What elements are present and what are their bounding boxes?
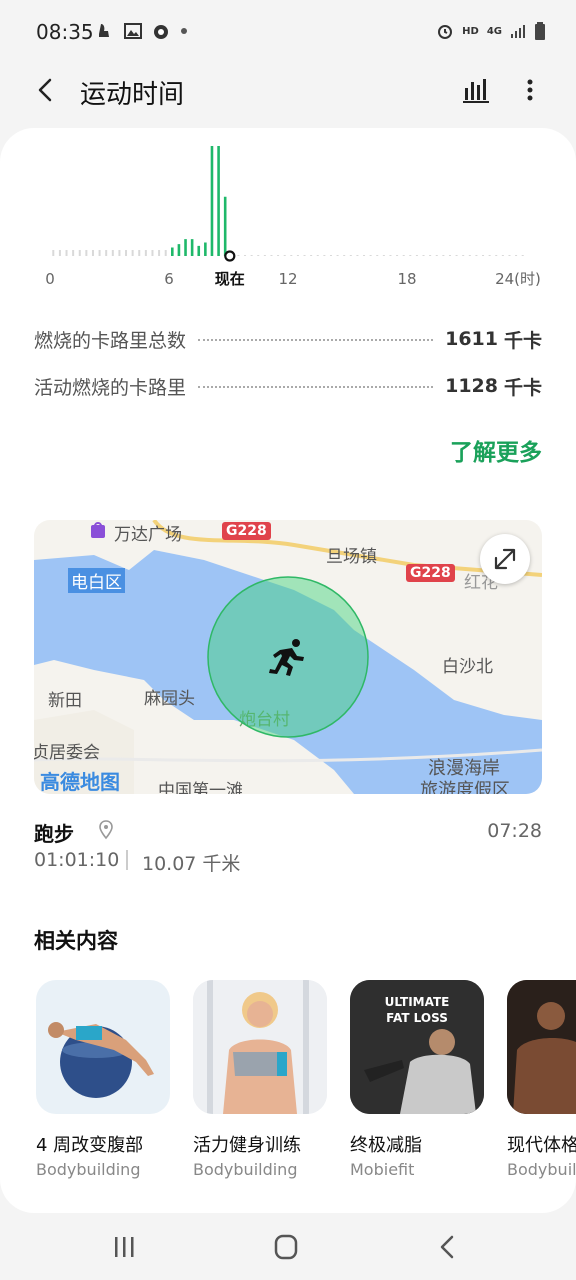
related-content-list: 4 周改变腹部 Bodybuilding 活力健身训练 Bodybuilding — [36, 980, 576, 1180]
related-item-source: Bodybuilding — [36, 1160, 141, 1179]
related-content-heading: 相关内容 — [34, 929, 118, 953]
content-card: 0 6 现在 12 18 24(时) 燃烧的卡路里总数 1611 千卡 活动燃烧的卡路里 … — [0, 128, 576, 1213]
activity-time-chart: 0 6 现在 12 18 24(时) — [40, 128, 540, 298]
steps-icon — [99, 24, 109, 37]
map-label: 白沙北 — [442, 657, 493, 677]
stat-unit: 千卡 — [503, 329, 542, 352]
stat-unit: 千卡 — [503, 376, 542, 399]
map-label: 新田 — [48, 691, 82, 711]
related-item-title: 4 周改变腹部 — [36, 1135, 144, 1156]
activity-distance: 10.07 千米 — [142, 853, 241, 875]
recent-apps-button[interactable] — [104, 1231, 144, 1263]
x-tick-label: 12 — [278, 270, 297, 288]
location-pin-icon — [99, 820, 113, 840]
recent-apps-icon — [115, 1237, 134, 1257]
page-title: 运动时间 — [80, 80, 185, 110]
related-item-thumbnail — [36, 980, 170, 1114]
thumbnail-overlay-text: ULTIMATE FAT LOSS — [384, 995, 450, 1025]
stat-label: 燃烧的卡路里总数 — [34, 329, 187, 352]
bodybuilder-illustration — [507, 980, 576, 1114]
x-tick-label: 18 — [397, 270, 416, 288]
related-item-source: Mobiefit — [350, 1160, 415, 1179]
x-tick-label: 24(时) — [495, 270, 540, 288]
related-item-source: Bodybuild — [507, 1160, 576, 1179]
gallery-icon — [124, 23, 142, 39]
app-icon — [154, 25, 168, 39]
map-label: 旅游度假区 — [420, 780, 510, 794]
battery-icon — [535, 22, 545, 40]
stat-label: 活动燃烧的卡路里 — [34, 376, 187, 399]
back-button[interactable] — [28, 72, 64, 108]
chevron-left-icon — [38, 78, 52, 102]
related-item-title: 现代体格 — [507, 1135, 576, 1156]
home-button[interactable] — [266, 1231, 306, 1263]
highway-badge: G228 — [222, 522, 271, 540]
x-tick-label: 0 — [45, 270, 55, 288]
map-label: 万达广场 — [114, 525, 182, 545]
related-item[interactable]: 活力健身训练 Bodybuilding — [193, 980, 327, 1179]
map-label: 中国第一滩 — [158, 781, 243, 794]
related-item-thumbnail: ULTIMATE FAT LOSS — [350, 980, 484, 1114]
activity-duration: 01:01:10 — [34, 849, 120, 871]
divider — [126, 850, 128, 870]
stat-row-active-calories: 活动燃烧的卡路里 1128 千卡 — [34, 371, 542, 401]
poi-shopping-icon — [91, 522, 105, 538]
navigation-bar — [0, 1213, 576, 1280]
more-vertical-icon — [527, 79, 533, 101]
highway-badge: G228 — [406, 564, 455, 582]
current-time-marker — [224, 250, 236, 262]
map-label: 麻园头 — [144, 689, 195, 709]
related-item[interactable]: ULTIMATE FAT LOSS 终极减脂 Mobiefit — [350, 980, 484, 1179]
map-label: 电白区 — [68, 568, 125, 593]
stat-value: 1128 — [445, 375, 498, 397]
map-provider-logo: 高德地图 — [40, 770, 120, 794]
home-icon — [274, 1234, 298, 1260]
running-icon — [269, 639, 304, 676]
trends-button[interactable] — [458, 72, 494, 108]
signal-icon — [511, 25, 525, 38]
fitness-ball-illustration — [48, 1022, 154, 1098]
stat-value: 1611 — [445, 328, 498, 350]
related-item-thumbnail — [193, 980, 327, 1114]
learn-more-link[interactable]: 了解更多 — [450, 433, 542, 467]
related-item[interactable]: 现代体格 Bodybuild — [507, 980, 576, 1179]
x-tick-label: 6 — [164, 270, 174, 288]
related-item-thumbnail — [507, 980, 576, 1114]
map-label: 贞居委会 — [34, 743, 100, 763]
activity-title: 跑步 — [34, 822, 74, 846]
activity-chart-svg: 0 6 现在 12 18 24(时) — [45, 146, 540, 288]
route-map[interactable]: 万达广场 电白区 旦场镇 红花 白沙北 新田 麻园头 炮台村 贞居委会 高德地图… — [34, 520, 542, 794]
back-icon — [440, 1235, 454, 1259]
status-bar: 08:35 HD 4G — [0, 0, 576, 64]
fitness-woman-illustration — [193, 980, 327, 1114]
expand-icon — [494, 548, 516, 570]
dot-icon — [181, 28, 187, 34]
alarm-icon — [438, 25, 453, 39]
bar-chart-icon — [463, 79, 489, 103]
x-tick-label: 现在 — [215, 270, 245, 288]
related-item[interactable]: 4 周改变腹部 Bodybuilding — [36, 980, 170, 1179]
back-nav-button[interactable] — [428, 1231, 468, 1263]
app-bar: 运动时间 — [0, 64, 576, 120]
network-label: 4G — [486, 25, 502, 37]
stat-row-total-calories: 燃烧的卡路里总数 1611 千卡 — [34, 324, 542, 354]
related-item-source: Bodybuilding — [193, 1160, 298, 1179]
activity-start-time: 07:28 — [487, 820, 542, 842]
dotted-leader — [198, 386, 434, 388]
status-time: 08:35 — [36, 20, 94, 44]
dotted-leader — [198, 339, 434, 341]
hd-icon: HD — [462, 25, 479, 37]
expand-map-button[interactable] — [480, 534, 530, 584]
more-options-button[interactable] — [516, 72, 544, 108]
related-item-title: 终极减脂 — [350, 1135, 422, 1156]
map-label: 旦场镇 — [326, 547, 377, 567]
related-item-title: 活力健身训练 — [193, 1135, 301, 1156]
